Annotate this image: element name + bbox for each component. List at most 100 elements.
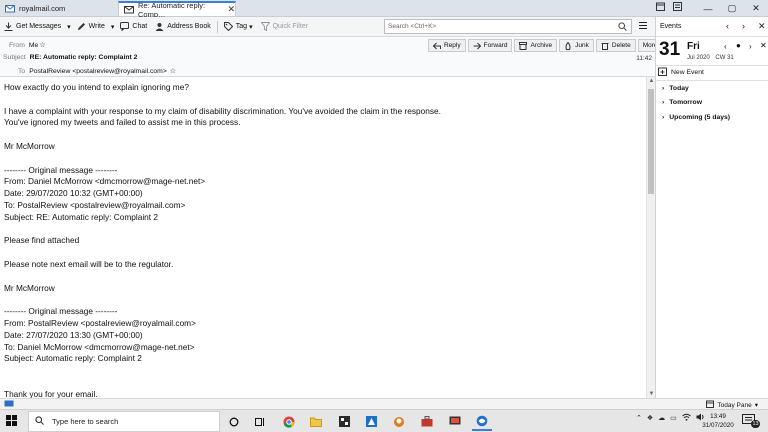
write-dropdown[interactable]: ▾ [109,19,117,35]
toolbar-divider [216,20,218,33]
contacts-icon [155,22,164,31]
day-month-week: Jul 2020 CW 31 [687,55,734,61]
get-messages-button[interactable]: Get Messages [0,19,65,35]
dropbox-icon[interactable]: ❖ [647,414,653,422]
app-icon-monitor[interactable] [445,412,465,431]
chevron-left-icon[interactable]: ‹ [724,42,727,51]
status-bar: Today Pane ▾ [0,398,768,409]
taskbar-clock[interactable]: 13:49 31/07/2020 [699,412,737,430]
quick-filter-button[interactable]: Quick Filter [257,19,312,35]
body-line: Please find attached [4,235,80,246]
chevron-up-icon[interactable]: ⌃ [636,414,642,422]
delete-button[interactable]: Delete [595,39,636,52]
search-placeholder: Search <Ctrl+K> [388,23,437,30]
notification-badge: 13 [751,420,760,428]
write-label: Write [88,23,105,30]
day-display: 31 Fri Jul 2020 CW 31 ‹ ● › ✕ [658,39,768,63]
close-icon[interactable]: ✕ [227,4,235,15]
search-icon[interactable] [618,22,627,33]
notifications-button[interactable]: 13 [742,414,760,428]
reply-button[interactable]: Reply [428,39,466,52]
junk-button[interactable]: Junk [559,39,594,52]
body-line [4,377,642,389]
close-icon[interactable]: ✕ [760,41,767,50]
body-line: Date: 29/07/2020 10:32 (GMT+00:00) [4,188,143,199]
task-view-icon[interactable] [250,412,270,431]
body-line: To: PostalReview <postalreview@royalmail… [4,199,186,210]
get-messages-dropdown[interactable]: ▾ [65,19,73,35]
scroll-thumb[interactable] [648,89,654,194]
to-value[interactable]: PostalReview <postalreview@royalmail.com… [29,68,167,75]
tag-button[interactable]: Tag ▾ [220,19,257,35]
today-dot-icon[interactable]: ● [736,41,741,50]
menu-icon[interactable] [638,21,648,32]
chevron-right-icon: › [662,85,665,92]
body-line: From: PostalReview <postalreview@royalma… [4,317,196,328]
close-icon[interactable]: ✕ [758,21,766,32]
month-year: Jul 2020 [687,55,710,61]
star-icon[interactable]: ☆ [39,41,45,49]
window-close-button[interactable]: ✕ [744,0,768,17]
star-icon[interactable]: ☆ [170,67,176,75]
windows-start-icon[interactable] [6,415,17,428]
tasks-tab-icon[interactable] [673,2,682,13]
body-line: To: Daniel McMorrow <dmcmorrow@mage-net.… [4,341,195,352]
body-line: -------- Original message -------- [4,164,118,175]
tab-bar: royalmail.com Re: Automatic reply: Comp…… [0,0,768,19]
pencil-icon [77,22,86,31]
taskbar-search-placeholder: Type here to search [52,417,119,426]
maximize-button[interactable]: ▢ [720,0,744,17]
chevron-right-icon[interactable]: › [749,42,752,51]
file-explorer-icon[interactable] [306,412,326,431]
group-tomorrow[interactable]: › Tomorrow [662,99,702,106]
from-row: From Me ☆ [9,41,45,50]
calendar-tab-icon[interactable] [656,2,665,13]
today-pane: Events ‹ › ✕ 31 Fri Jul 2020 CW 31 ‹ ● ›… [655,17,768,398]
thunderbird-icon[interactable] [472,412,492,431]
search-input[interactable]: Search <Ctrl+K> [384,19,632,34]
mail-folder-icon [5,4,15,14]
tab-folder-label: royalmail.com [19,4,66,13]
tab-folder[interactable]: royalmail.com [0,1,118,16]
new-event-button[interactable]: New Event [658,67,704,78]
delete-label: Delete [611,42,631,49]
chevron-down-icon: ▾ [110,23,115,31]
chat-label: Chat [132,23,148,30]
minimize-button[interactable]: — [696,0,720,17]
chevron-left-icon[interactable]: ‹ [726,21,729,31]
tab-message[interactable]: Re: Automatic reply: Comp… ✕ [118,1,236,19]
download-icon [4,22,13,31]
write-button[interactable]: Write [73,19,109,35]
chevron-right-icon: › [662,99,665,106]
group-today[interactable]: › Today [662,85,689,92]
from-value[interactable]: Me [29,42,38,49]
app-icon-dots[interactable] [334,412,354,431]
body-line [4,94,642,106]
calendar-plus-icon [658,67,667,78]
today-pane-label: Today Pane [717,401,752,409]
taskbar-search-input[interactable]: Type here to search [28,411,220,432]
chat-button[interactable]: Chat [116,19,151,35]
chat-icon [120,22,130,31]
forward-button[interactable]: Forward [467,39,513,52]
group-upcoming[interactable]: › Upcoming (5 days) [662,114,730,121]
display-icon[interactable]: ▭ [670,414,677,422]
archive-button[interactable]: Archive [514,39,558,52]
chevron-down-icon: ▾ [754,402,758,409]
body-line: From: Daniel McMorrow <dmcmorrow@mage-ne… [4,176,206,187]
body-line: Subject: RE: Automatic reply: Complaint … [4,211,159,222]
app-icon-triangle[interactable] [361,412,381,431]
junk-label: Junk [575,42,589,49]
body-line: Please note next email will be to the re… [4,258,174,269]
message-scrollbar[interactable]: ▲ ▼ [646,77,655,398]
app-icon-toolbox[interactable] [417,412,437,431]
address-book-button[interactable]: Address Book [151,19,215,35]
chrome-icon[interactable] [279,412,299,431]
clock-date: 31/07/2020 [702,422,734,429]
wifi-icon[interactable] [681,413,691,423]
app-icon-character[interactable] [389,412,409,431]
cortana-icon[interactable] [224,412,244,431]
onedrive-icon[interactable]: ☁ [658,414,665,422]
chevron-right-icon[interactable]: › [742,21,745,31]
envelope-icon [124,5,134,15]
